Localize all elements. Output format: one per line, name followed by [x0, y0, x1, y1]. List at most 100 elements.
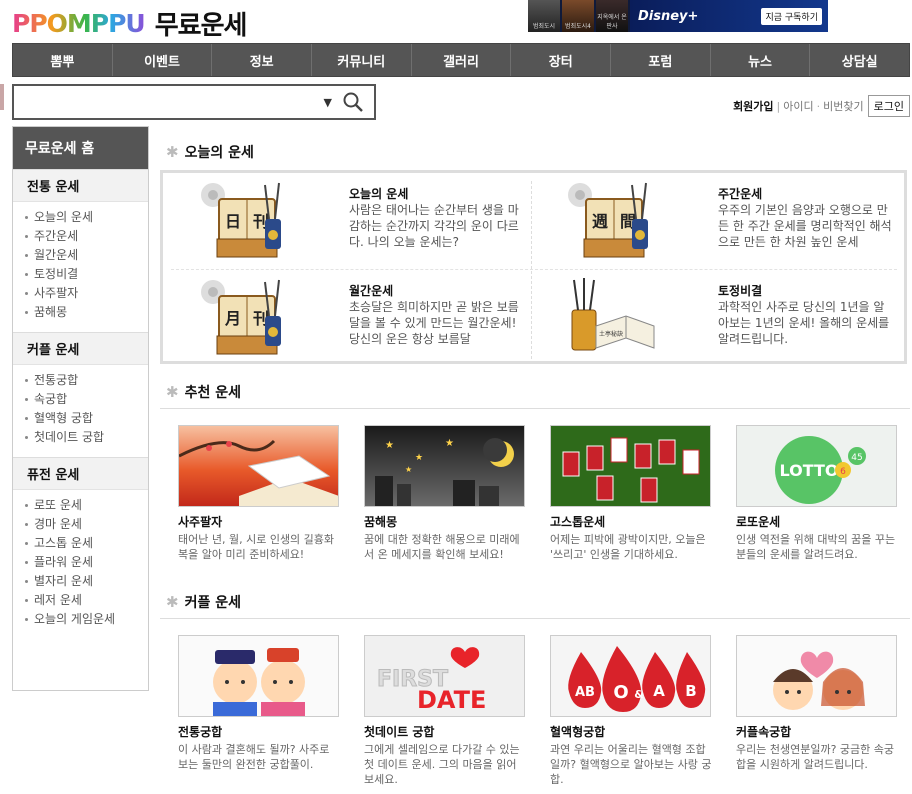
sidebar-item[interactable]: 꿈해몽	[25, 303, 148, 322]
card-desc: 우리는 천생연분일까? 궁금한 속궁합을 시원하게 알려드립니다.	[736, 743, 895, 771]
fortune-desc: 사람은 태어나는 순간부터 생을 마감하는 순간까지 각각의 운이 다르다. 나…	[349, 203, 519, 249]
sidebar-item[interactable]: 전통궁합	[25, 371, 148, 390]
card-title[interactable]: 사주팔자	[178, 513, 340, 530]
nav-item[interactable]: 뽐뿌	[13, 44, 113, 76]
card-desc: 어제는 피박에 광박이지만, 오늘은 '쓰리고' 인생을 기대하세요.	[550, 533, 706, 561]
sidebar-item[interactable]: 플라워 운세	[25, 553, 148, 572]
sidebar-section: 전통 운세 오늘의 운세 주간운세 월간운세 토정비결 사주팔자 꿈해몽	[13, 169, 148, 332]
star-bullet-icon: ✱	[166, 383, 179, 401]
sidebar-section-title[interactable]: 전통 운세	[13, 170, 148, 202]
sidebar-section-title[interactable]: 커플 운세	[13, 333, 148, 365]
card-title[interactable]: 고스톱운세	[550, 513, 712, 530]
card-couple-match[interactable]: 커플속궁합 우리는 천생연분일까? 궁금한 속궁합을 시원하게 알려드립니다.	[736, 635, 898, 787]
section-title: 추천 운세	[184, 385, 241, 401]
card-gostop[interactable]: 고스톱운세 어제는 피박에 광박이지만, 오늘은 '쓰리고' 인생을 기대하세요…	[550, 425, 712, 562]
traditional-couple-image[interactable]	[178, 635, 339, 717]
nav-item[interactable]: 커뮤니티	[312, 44, 412, 76]
svg-text:土亭秘訣: 土亭秘訣	[599, 330, 623, 338]
site-logo[interactable]: PPOMPPU 무료운세	[12, 5, 248, 42]
card-title[interactable]: 커플속궁합	[736, 723, 898, 740]
star-bullet-icon: ✱	[166, 593, 179, 611]
search-input[interactable]: ▼	[12, 84, 376, 120]
signup-link[interactable]: 회원가입	[733, 98, 773, 114]
sidebar-section-title[interactable]: 퓨전 운세	[13, 458, 148, 490]
sidebar-item[interactable]: 별자리 운세	[25, 572, 148, 591]
svg-text:6: 6	[840, 467, 846, 477]
saju-image[interactable]	[178, 425, 339, 507]
ad-thumb[interactable]: 범죄도시4	[562, 0, 594, 32]
dream-image[interactable]: ★ ★ ★ ★	[364, 425, 525, 507]
fortune-item-weekly[interactable]: 週 間 주간운세 우주의 기본인 음양과 오행으로 만든 한 주간 운세를 명리…	[532, 173, 900, 267]
couple-image[interactable]	[736, 635, 897, 717]
card-title[interactable]: 꿈해몽	[364, 513, 526, 530]
sidebar-item[interactable]: 로또 운세	[25, 496, 148, 515]
sidebar-item[interactable]: 경마 운세	[25, 515, 148, 534]
card-dream[interactable]: ★ ★ ★ ★ 꿈해몽 꿈에 대한 정확한 해몽으로 미래에서 온 메세지를 확인해 …	[364, 425, 526, 562]
lotto-image[interactable]: LOTTO 45 6	[736, 425, 897, 507]
fortune-item-monthly[interactable]: 月 刊 월간운세 초승달은 희미하지만 곧 밝은 보름달을 볼 수 있게 만드는…	[163, 270, 531, 364]
sidebar-item[interactable]: 고스톱 운세	[25, 534, 148, 553]
main-nav: 뽐뿌 이벤트 정보 커뮤니티 갤러리 장터 포럼 뉴스 상담실	[12, 43, 910, 77]
search-dropdown-icon[interactable]: ▼	[324, 96, 332, 109]
card-title[interactable]: 로또운세	[736, 513, 898, 530]
card-desc: 이 사람과 결혼해도 될까? 사주로 보는 둘만의 완전한 궁합풀이.	[178, 743, 330, 771]
card-traditional-match[interactable]: 전통궁합 이 사람과 결혼해도 될까? 사주로 보는 둘만의 완전한 궁합풀이.	[178, 635, 340, 787]
card-title[interactable]: 첫데이트 궁합	[364, 723, 526, 740]
book-brush-icon[interactable]: 日 刊	[199, 179, 289, 263]
svg-text:★: ★	[405, 465, 412, 474]
blood-type-image[interactable]: AB O & A B	[550, 635, 711, 717]
ad-banner[interactable]: 범죄도시 범죄도시4 지옥에서 온 판사 Disney+ 지금 구독하기	[528, 0, 828, 32]
sidebar-item[interactable]: 사주팔자	[25, 284, 148, 303]
fortune-desc: 과학적인 사주로 당신의 1년을 알아보는 1년의 운세! 올해의 운세를 알려…	[718, 300, 890, 346]
card-desc: 태어난 년, 월, 시로 인생의 길흉화복을 알아 미리 준비하세요!	[178, 533, 335, 561]
card-title[interactable]: 전통궁합	[178, 723, 340, 740]
nav-item[interactable]: 뉴스	[711, 44, 811, 76]
fortune-title[interactable]: 오늘의 운세	[349, 185, 408, 202]
card-blood-type[interactable]: AB O & A B 혈액형궁합 과연 우리는 어울리는 혈액형 조합일까? 혈액형으로…	[550, 635, 712, 787]
ad-thumb[interactable]: 지옥에서 온 판사	[596, 0, 628, 32]
card-saju[interactable]: 사주팔자 태어난 년, 월, 시로 인생의 길흉화복을 알아 미리 준비하세요!	[178, 425, 340, 562]
logo-text[interactable]: PPOMPPU	[12, 9, 146, 38]
sidebar-item[interactable]: 오늘의 게임운세	[25, 610, 148, 629]
fortune-item-daily[interactable]: 日 刊 오늘의 운세 사람은 태어나는 순간부터 생을 마감하는 순간까지 각각…	[163, 173, 531, 267]
book-brush-icon[interactable]: 月 刊	[199, 276, 289, 360]
sidebar-item[interactable]: 혈액형 궁합	[25, 409, 148, 428]
nav-item[interactable]: 포럼	[611, 44, 711, 76]
svg-text:LOTTO: LOTTO	[779, 461, 838, 480]
card-lotto[interactable]: LOTTO 45 6 로또운세 인생 역전을 위해 대박의 꿈을 꾸는 분들의 운세…	[736, 425, 898, 562]
nav-item[interactable]: 장터	[511, 44, 612, 76]
fortune-title[interactable]: 주간운세	[718, 185, 762, 202]
brush-cup-book-icon[interactable]: 土亭秘訣	[566, 276, 656, 360]
sidebar-item[interactable]: 오늘의 운세	[25, 208, 148, 227]
find-id-link[interactable]: 아이디	[783, 98, 813, 114]
ad-thumb[interactable]: 범죄도시	[528, 0, 560, 32]
first-date-image[interactable]: FIRST DATE	[364, 635, 525, 717]
find-password-link[interactable]: 비번찾기	[823, 98, 863, 114]
fortune-item-tojeong[interactable]: 土亭秘訣 토정비결 과학적인 사주로 당신의 1년을 알아보는 1년의 운세! …	[532, 270, 900, 364]
card-desc: 꿈에 대한 정확한 해몽으로 미래에서 온 메세지를 확인해 보세요!	[364, 533, 520, 561]
card-title[interactable]: 혈액형궁합	[550, 723, 712, 740]
card-first-date[interactable]: FIRST DATE 첫데이트 궁합 그에게 셀레임으로 다가갈 수 있는 첫 데…	[364, 635, 526, 787]
page-title[interactable]: 무료운세	[155, 5, 248, 42]
sidebar-item[interactable]: 주간운세	[25, 227, 148, 246]
fortune-title[interactable]: 월간운세	[349, 282, 393, 299]
sidebar-item[interactable]: 첫데이트 궁합	[25, 428, 148, 447]
search-icon[interactable]	[342, 91, 364, 113]
sidebar-item[interactable]: 토정비결	[25, 265, 148, 284]
nav-item[interactable]: 상담실	[810, 44, 909, 76]
login-button[interactable]: 로그인	[867, 95, 910, 117]
disney-plus-ad[interactable]: Disney+ 지금 구독하기	[630, 0, 828, 32]
nav-item[interactable]: 이벤트	[113, 44, 213, 76]
book-brush-icon[interactable]: 週 間	[566, 179, 656, 263]
sidebar-section: 퓨전 운세 로또 운세 경마 운세 고스톱 운세 플라워 운세 별자리 운세 레…	[13, 457, 148, 639]
star-bullet-icon: ✱	[166, 143, 179, 161]
nav-item[interactable]: 갤러리	[412, 44, 512, 76]
sidebar-item[interactable]: 레저 운세	[25, 591, 148, 610]
subscribe-button[interactable]: 지금 구독하기	[761, 7, 822, 25]
fortune-title[interactable]: 토정비결	[718, 282, 762, 299]
sidebar-item[interactable]: 월간운세	[25, 246, 148, 265]
gostop-image[interactable]	[550, 425, 711, 507]
sidebar-home[interactable]: 무료운세 홈	[13, 127, 148, 169]
nav-item[interactable]: 정보	[212, 44, 313, 76]
sidebar-item[interactable]: 속궁합	[25, 390, 148, 409]
